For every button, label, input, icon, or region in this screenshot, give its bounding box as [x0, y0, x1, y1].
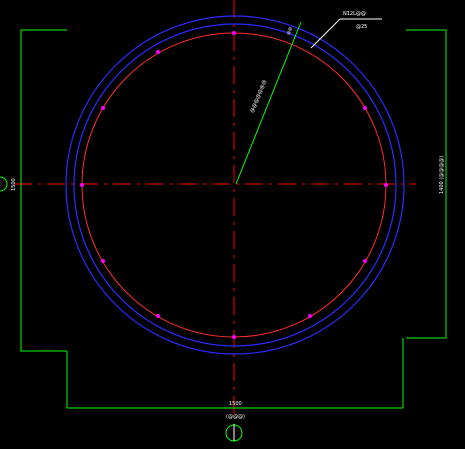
bottom-dimension-line2: (@@@): [226, 414, 245, 420]
inner-blue-ring: [73, 23, 397, 347]
marker-bottom-right: [363, 259, 367, 263]
marker-top-right: [363, 106, 367, 110]
cad-drawing-svg: @@@@@@@ @@ N12L@@ @25 1400 (@@@@) 1500 1…: [0, 0, 447, 442]
marker-bottom-left: [101, 259, 105, 263]
top-right-leader-diagonal: [310, 18, 341, 49]
top-leader-line2: @25: [356, 24, 367, 30]
marker-bottom: [232, 335, 236, 339]
bottom-dimension-line1: 1500: [229, 401, 242, 407]
marker-bottom-right-2: [308, 314, 312, 318]
marker-bottom-left-2: [156, 314, 160, 318]
right-dimension-label: 1400 (@@@@): [439, 156, 445, 194]
marker-top-left: [101, 106, 105, 110]
cad-drawing-canvas: @@@@@@@ @@ N12L@@ @25 1400 (@@@@) 1500 1…: [0, 0, 465, 449]
left-grid-bubble: [0, 176, 8, 192]
marker-right: [384, 183, 388, 187]
radius-label: @@@@@@@: [249, 79, 268, 114]
marker-top: [232, 31, 236, 35]
radius-leader-line: [235, 21, 302, 185]
top-leader-line1: N12L@@: [343, 11, 366, 17]
outer-blue-ring: [65, 15, 405, 355]
left-dimension-label: 1500: [11, 178, 17, 191]
left-dimension-bracket: [20, 29, 67, 352]
marker-top-left-2: [156, 50, 160, 54]
marker-left: [80, 183, 84, 187]
